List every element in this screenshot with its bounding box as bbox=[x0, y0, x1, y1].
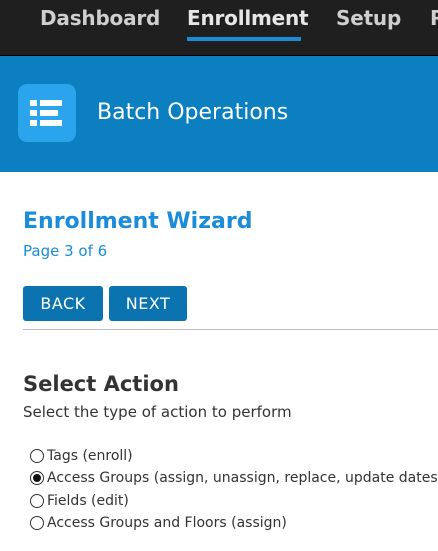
nav-item-truncated[interactable]: R bbox=[430, 6, 438, 30]
next-button[interactable]: NEXT bbox=[109, 286, 187, 321]
divider bbox=[23, 329, 438, 330]
nav-item-setup[interactable]: Setup bbox=[336, 6, 401, 30]
radio-label: Access Groups (assign, unassign, replace… bbox=[47, 470, 438, 486]
radio-button-selected[interactable] bbox=[30, 471, 44, 485]
wizard-title: Enrollment Wizard bbox=[23, 209, 253, 234]
top-navigation: Dashboard Enrollment Setup R bbox=[0, 0, 438, 56]
radio-button[interactable] bbox=[30, 449, 44, 463]
list-app-icon bbox=[18, 84, 76, 142]
nav-item-dashboard[interactable]: Dashboard bbox=[40, 6, 160, 30]
radio-option-fields[interactable]: Fields (edit) bbox=[30, 491, 129, 511]
page-banner: Batch Operations bbox=[0, 56, 438, 172]
section-title: Select Action bbox=[23, 372, 179, 396]
radio-label: Access Groups and Floors (assign) bbox=[47, 515, 287, 531]
page-title: Batch Operations bbox=[97, 100, 289, 125]
radio-button[interactable] bbox=[30, 494, 44, 508]
back-button[interactable]: BACK bbox=[23, 286, 103, 321]
wizard-page-indicator: Page 3 of 6 bbox=[23, 242, 108, 260]
radio-button[interactable] bbox=[30, 516, 44, 530]
radio-option-access-groups[interactable]: Access Groups (assign, unassign, replace… bbox=[30, 468, 438, 488]
radio-label: Fields (edit) bbox=[47, 493, 129, 509]
radio-label: Tags (enroll) bbox=[47, 448, 133, 464]
radio-option-access-groups-floors[interactable]: Access Groups and Floors (assign) bbox=[30, 513, 287, 533]
active-tab-indicator bbox=[187, 37, 301, 41]
section-description: Select the type of action to perform bbox=[23, 403, 292, 421]
list-icon bbox=[30, 100, 62, 126]
nav-item-enrollment[interactable]: Enrollment bbox=[187, 6, 309, 30]
radio-option-tags[interactable]: Tags (enroll) bbox=[30, 446, 133, 466]
